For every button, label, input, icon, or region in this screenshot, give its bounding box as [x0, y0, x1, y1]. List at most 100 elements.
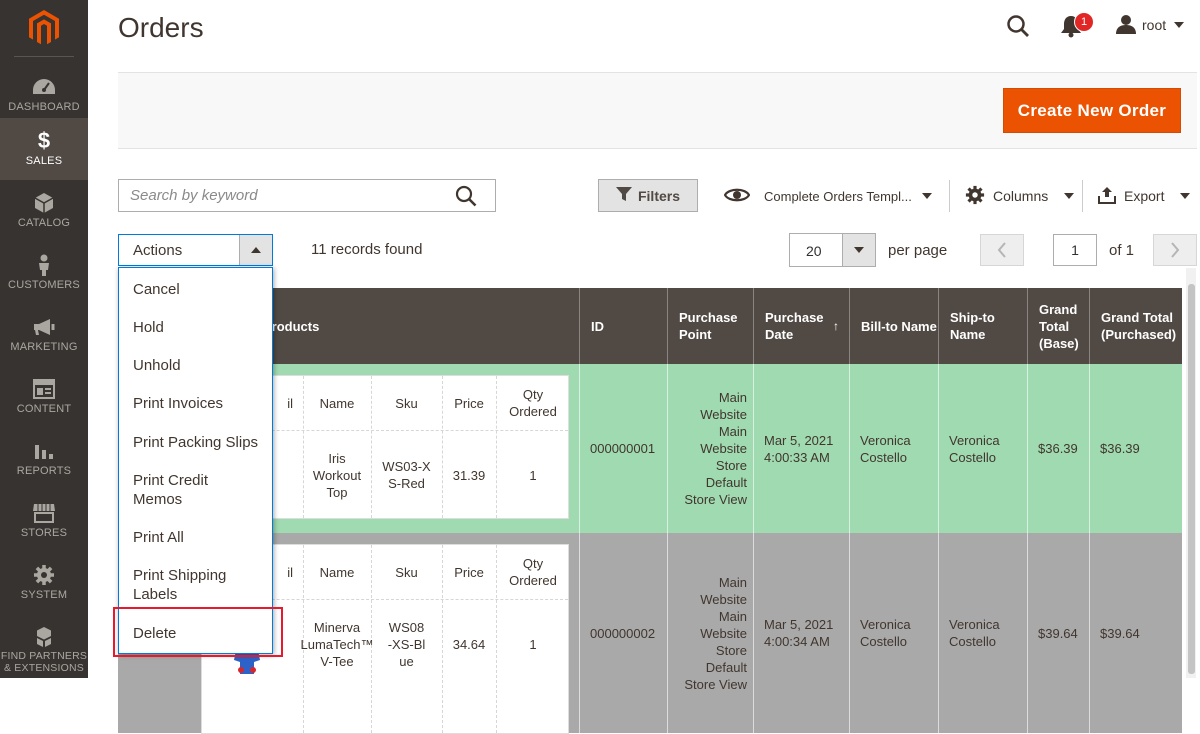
col-header-id[interactable]: ID	[579, 288, 668, 364]
toolbar-divider	[1082, 180, 1083, 212]
sidebar-item-stores[interactable]: STORES	[0, 490, 88, 552]
filters-button[interactable]: Filters	[598, 179, 698, 212]
scrollbar-thumb[interactable]	[1188, 284, 1195, 674]
product-qty: 1	[529, 636, 537, 652]
search-icon[interactable]	[455, 185, 477, 207]
menu-item-cancel[interactable]: Cancel	[119, 280, 272, 299]
actions-label: Actions	[133, 242, 183, 259]
bar-chart-icon	[34, 440, 54, 462]
keyword-search	[118, 179, 496, 212]
col-header-bill-to[interactable]: Bill-to Name	[849, 288, 938, 364]
delete-highlight-box	[113, 607, 283, 657]
view-selector[interactable]: Complete Orders Templ...	[723, 184, 932, 208]
bill-to-name: Veronica Costello	[860, 432, 911, 465]
cube-icon	[34, 192, 54, 214]
layout-icon	[33, 378, 55, 400]
subheader-name: Name	[319, 564, 355, 580]
megaphone-icon	[32, 316, 56, 338]
product-sku: WS03-XS-Red	[382, 459, 431, 491]
sidebar-item-customers[interactable]: CUSTOMERS	[0, 242, 88, 304]
sidebar-item-reports[interactable]: REPORTS	[0, 428, 88, 490]
sidebar-item-sales[interactable]: $ SALES	[0, 118, 88, 180]
purchase-date: Mar 5, 2021 4:00:33 AM	[764, 432, 834, 465]
sidebar-item-label: SALES	[25, 155, 63, 167]
col-header-ship-to[interactable]: Ship-to Name	[938, 288, 1027, 364]
previous-page-button[interactable]	[980, 234, 1024, 266]
records-count: 11 records found	[311, 241, 423, 258]
col-header-grand-total-purchased[interactable]: Grand Total (Purchased)	[1089, 288, 1182, 364]
actions-toggle[interactable]	[239, 235, 272, 265]
sidebar-item-find-partners[interactable]: FIND PARTNERS & EXTENSIONS	[0, 614, 88, 678]
sidebar-item-label: STORES	[20, 527, 68, 539]
admin-sidebar: DASHBOARD $ SALES CATALOG CUSTOMERS MARK…	[0, 0, 88, 678]
sidebar-item-label: FIND PARTNERS & EXTENSIONS	[0, 650, 88, 674]
menu-item-print-credit-memos[interactable]: Print Credit Memos	[119, 471, 229, 509]
sidebar-item-marketing[interactable]: MARKETING	[0, 304, 88, 366]
export-icon	[1098, 186, 1116, 207]
columns-control[interactable]: Columns	[965, 184, 1075, 208]
gear-icon	[33, 564, 55, 586]
col-header-purchase-point[interactable]: Purchase Point	[667, 288, 753, 364]
chevron-down-icon	[1174, 22, 1185, 28]
user-name: root	[1142, 17, 1167, 33]
eye-icon	[723, 187, 751, 206]
magento-logo-icon[interactable]	[0, 0, 88, 56]
subheader-sku: Sku	[395, 395, 418, 411]
menu-item-print-shipping-labels[interactable]: Print Shipping Labels	[119, 566, 239, 604]
global-search-icon[interactable]	[1006, 14, 1030, 38]
ship-to-name: Veronica Costello	[949, 617, 1000, 649]
table-row[interactable]: il Name Sku Price Qty Ordered Iris Worko…	[118, 364, 1182, 533]
bill-to-name: Veronica Costello	[860, 617, 911, 649]
view-label: Complete Orders Templ...	[764, 188, 912, 204]
dashboard-icon	[32, 76, 56, 98]
product-price: 31.39	[452, 467, 486, 483]
menu-item-print-packing-slips[interactable]: Print Packing Slips	[119, 433, 272, 452]
chevron-up-icon	[251, 247, 261, 253]
sidebar-item-label: CONTENT	[16, 403, 72, 415]
sidebar-item-system[interactable]: SYSTEM	[0, 552, 88, 614]
product-name: Minerva LumaTech™ V-Tee	[300, 619, 374, 669]
menu-item-unhold[interactable]: Unhold	[119, 356, 272, 375]
per-page-label: per page	[888, 242, 948, 259]
sidebar-item-label: DASHBOARD	[8, 101, 80, 113]
subheader-price: Price	[454, 564, 484, 580]
ship-to-name: Veronica Costello	[949, 432, 1000, 465]
chevron-left-icon	[997, 242, 1006, 258]
sidebar-item-label: SYSTEM	[20, 589, 68, 601]
export-control[interactable]: Export	[1098, 184, 1191, 208]
funnel-icon	[615, 186, 632, 205]
product-qty: 1	[529, 467, 537, 483]
product-price: 34.64	[452, 636, 486, 652]
user-menu[interactable]: root	[1116, 14, 1185, 37]
sidebar-item-dashboard[interactable]: DASHBOARD	[0, 64, 88, 126]
search-input[interactable]	[119, 180, 439, 211]
chevron-down-icon	[1064, 193, 1075, 199]
purchase-point: Main Website Main Website Store Default …	[684, 390, 747, 507]
col-header-purchase-date[interactable]: Purchase Date ↑	[753, 288, 849, 364]
create-new-order-button[interactable]: Create New Order	[1003, 88, 1181, 133]
mass-actions-select[interactable]: Actions	[118, 234, 273, 266]
per-page-toggle[interactable]	[842, 234, 875, 266]
person-icon	[37, 254, 51, 276]
col-header-grand-total-base[interactable]: Grand Total (Base)	[1027, 288, 1089, 364]
sidebar-item-content[interactable]: CONTENT	[0, 366, 88, 428]
menu-item-print-invoices[interactable]: Print Invoices	[119, 394, 272, 413]
gear-icon	[965, 185, 985, 208]
logo-divider	[14, 56, 74, 57]
sidebar-item-label: CUSTOMERS	[8, 279, 80, 291]
next-page-button[interactable]	[1153, 234, 1197, 266]
boxes-icon	[32, 626, 56, 648]
actions-dropdown-menu: Cancel Hold Unhold Print Invoices Print …	[118, 267, 273, 654]
menu-item-print-all[interactable]: Print All	[119, 528, 272, 547]
page-count-label: of 1	[1109, 242, 1135, 259]
menu-item-hold[interactable]: Hold	[119, 318, 272, 337]
sidebar-item-catalog[interactable]: CATALOG	[0, 180, 88, 242]
page-number-input[interactable]: 1	[1053, 234, 1097, 266]
subheader-qty: Qty Ordered	[509, 387, 557, 419]
sidebar-item-label: MARKETING	[10, 341, 78, 353]
sidebar-item-label: REPORTS	[16, 465, 72, 477]
per-page-select[interactable]: 20	[789, 233, 876, 267]
chevron-down-icon	[921, 193, 932, 199]
page-title: Orders	[118, 12, 204, 43]
user-avatar-icon	[1116, 14, 1136, 37]
